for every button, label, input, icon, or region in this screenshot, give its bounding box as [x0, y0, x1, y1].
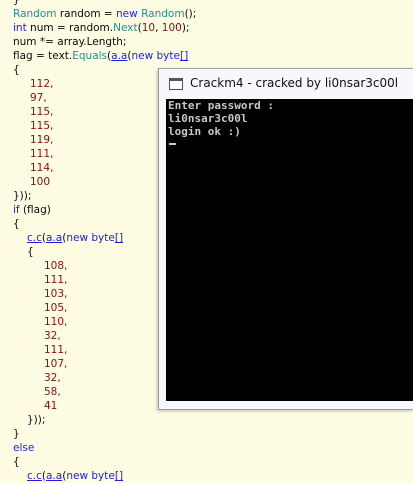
- code-line: 111,: [44, 344, 68, 356]
- window-title: Crackm4 - cracked by li0nsar3c00l: [190, 76, 399, 90]
- console-window[interactable]: Crackm4 - cracked by li0nsar3c00l Enter …: [158, 68, 413, 410]
- code-line: int num = random.Next(10, 100);: [13, 22, 190, 34]
- code-line: 115,: [30, 120, 54, 132]
- code-line: if (flag): [13, 204, 51, 216]
- code-line: 100: [30, 176, 51, 188]
- code-line: num *= array.Length;: [13, 36, 127, 48]
- console-line: Enter password :: [168, 99, 274, 112]
- code-line: 32,: [44, 372, 61, 384]
- code-line: 105,: [44, 302, 68, 314]
- console-line: li0nsar3c00l: [168, 112, 248, 125]
- code-line: 111,: [44, 274, 68, 286]
- code-line: {: [13, 456, 20, 468]
- text-cursor: [169, 143, 176, 145]
- code-line: c.c(a.a(new byte[]: [27, 470, 124, 482]
- code-line: 58,: [44, 386, 61, 398]
- code-line: else: [13, 442, 35, 454]
- code-line: c.c(a.a(new byte[]: [27, 232, 124, 244]
- console-line: login ok :): [168, 125, 241, 138]
- code-line: 111,: [30, 148, 54, 160]
- code-line: }));: [27, 414, 46, 426]
- code-line: 97,: [30, 92, 47, 104]
- code-line: 32,: [44, 330, 61, 342]
- console-output[interactable]: Enter password : li0nsar3c00l login ok :…: [166, 99, 413, 401]
- code-line: }));: [13, 190, 32, 202]
- code-line: {: [27, 246, 34, 258]
- code-line: {: [13, 218, 20, 230]
- code-line: 108,: [44, 260, 68, 272]
- title-bar[interactable]: Crackm4 - cracked by li0nsar3c00l: [159, 69, 413, 99]
- code-line: }: [13, 0, 20, 6]
- code-line: 119,: [30, 134, 54, 146]
- code-line: 115,: [30, 106, 54, 118]
- code-line: flag = text.Equals(a.a(new byte[]: [13, 50, 189, 62]
- code-line: 41: [44, 400, 58, 412]
- code-line: {: [13, 64, 20, 76]
- code-line: 110,: [44, 316, 68, 328]
- code-line: Random random = new Random();: [13, 8, 197, 20]
- code-line: 112,: [30, 78, 54, 90]
- code-line: 103,: [44, 288, 68, 300]
- code-line: }: [13, 428, 20, 440]
- code-line: 114,: [30, 162, 54, 174]
- console-app-icon: [169, 78, 183, 90]
- code-line: 107,: [44, 358, 68, 370]
